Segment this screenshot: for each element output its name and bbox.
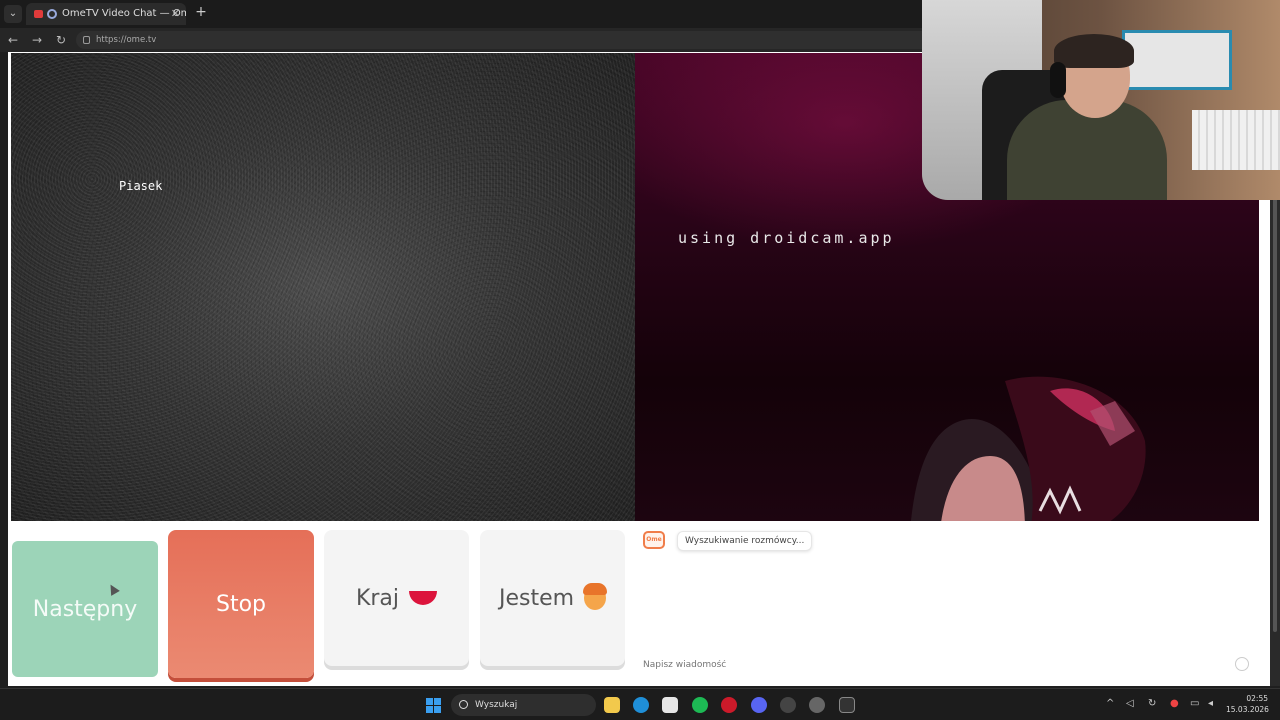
streamer-webcam-overlay	[922, 0, 1280, 200]
forward-icon[interactable]: →	[28, 31, 46, 49]
chat-message-input[interactable]	[635, 652, 1259, 678]
sync-tray-icon[interactable]: ↻	[1148, 698, 1156, 709]
display-tray-icon[interactable]: ▭	[1190, 698, 1199, 709]
gender-button[interactable]: Jestem	[480, 530, 625, 666]
tab-close-icon[interactable]: ✕	[171, 3, 180, 25]
browser-tab[interactable]: OmeTV Video Chat — Omegle ✕	[26, 3, 186, 25]
microphone-tray-icon[interactable]: ●	[1170, 698, 1179, 709]
webcam-shelf	[1122, 30, 1232, 90]
country-button-label: Kraj	[355, 585, 400, 611]
lock-icon	[83, 36, 90, 44]
edge-browser-icon[interactable]	[633, 697, 649, 713]
next-button[interactable]: Następny	[12, 541, 158, 677]
droidcam-icon[interactable]	[839, 697, 855, 713]
tab-favicon-icon	[34, 10, 43, 18]
headphones-icon	[1050, 62, 1066, 98]
clock-date: 15.03.2026	[1226, 705, 1269, 714]
gender-button-label: Jestem	[498, 585, 575, 611]
taskbar-clock[interactable]: 02:55 15.03.2026	[1226, 693, 1269, 715]
stranger-video: Piasek	[11, 53, 635, 521]
tab-site-icon	[47, 9, 57, 19]
chat-panel: Ome Wyszukiwanie rozmówcy...	[635, 521, 1259, 678]
video-static-noise	[11, 53, 635, 521]
new-tab-button[interactable]: +	[192, 4, 210, 20]
webcam-person-hair	[1054, 34, 1134, 68]
face-icon	[583, 583, 608, 610]
taskbar-search[interactable]: Wyszukaj	[451, 694, 596, 716]
chat-status-message: Wyszukiwanie rozmówcy...	[677, 531, 813, 551]
discord-icon[interactable]	[751, 697, 767, 713]
droidcam-watermark: using droidcam.app	[678, 229, 895, 247]
windows-taskbar: Wyszukaj ^ ◁ ↻ ● ▭ ◂ 02:55 15.03.2026	[0, 688, 1280, 720]
camera-person-image	[911, 376, 1146, 521]
clock-time: 02:55	[1246, 694, 1268, 703]
next-button-label: Następny	[32, 596, 138, 622]
video-overlay-label: Piasek	[119, 179, 163, 193]
app-icon[interactable]	[809, 697, 825, 713]
opera-icon[interactable]	[721, 697, 737, 713]
stop-button[interactable]: Stop	[168, 530, 314, 678]
store-icon[interactable]	[662, 697, 678, 713]
url-text: https://ome.tv	[96, 35, 157, 45]
search-icon	[459, 700, 468, 709]
webcam-radiator	[1192, 110, 1280, 170]
file-explorer-icon[interactable]	[604, 697, 620, 713]
obs-icon[interactable]	[780, 697, 796, 713]
windows-start-icon[interactable]	[426, 698, 441, 713]
country-button[interactable]: Kraj	[324, 530, 469, 666]
spotify-icon[interactable]	[692, 697, 708, 713]
back-icon[interactable]: ←	[4, 31, 22, 49]
url-input[interactable]: https://ome.tv	[76, 31, 936, 49]
tab-title: OmeTV Video Chat — Omegle	[62, 8, 186, 19]
taskbar-search-label: Wyszukaj	[475, 700, 518, 710]
flag-icon	[409, 591, 438, 605]
volume-tray-icon[interactable]: ◁	[1126, 698, 1134, 709]
emoji-icon[interactable]	[1235, 657, 1249, 671]
reload-icon[interactable]: ↻	[52, 31, 70, 49]
tab-menu-button[interactable]: ⌄	[4, 5, 22, 23]
stop-button-label: Stop	[215, 591, 266, 617]
speaker-icon[interactable]: ◂	[1208, 698, 1213, 709]
tray-chevron-icon[interactable]: ^	[1106, 698, 1114, 709]
ometv-logo-icon: Ome	[643, 531, 665, 549]
